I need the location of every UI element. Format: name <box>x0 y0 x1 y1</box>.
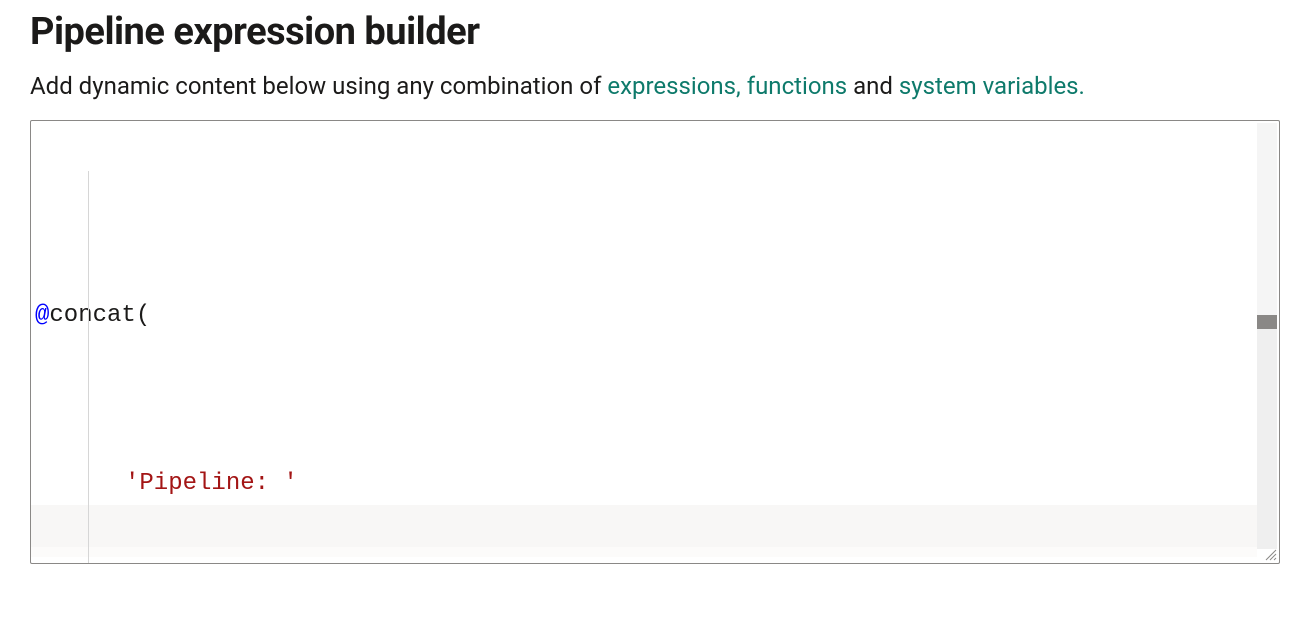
token-at: @ <box>35 302 49 329</box>
token-open-paren: ( <box>136 302 150 329</box>
link-system-variables[interactable]: system variables. <box>899 72 1085 100</box>
code-line-2: 'Pipeline: ' <box>35 463 1275 505</box>
token-string-pipeline: 'Pipeline: ' <box>125 470 298 497</box>
link-expressions[interactable]: expressions, <box>607 72 740 100</box>
expression-editor[interactable]: @concat( 'Pipeline: ' , , '<br>' , 'Work… <box>30 120 1280 564</box>
page-title: Pipeline expression builder <box>30 10 1284 54</box>
code-area[interactable]: @concat( 'Pipeline: ' , , '<br>' , 'Work… <box>31 121 1279 563</box>
editor-scrollbar[interactable] <box>1257 123 1277 549</box>
scrollbar-visible-region <box>1257 123 1277 315</box>
indent-guide <box>88 171 89 563</box>
scrollbar-thumb[interactable] <box>1257 315 1277 329</box>
intro-prefix: Add dynamic content below using any comb… <box>30 72 607 100</box>
link-functions[interactable]: functions <box>747 72 847 100</box>
token-func-concat: concat <box>49 302 135 329</box>
resize-grip-icon[interactable] <box>1263 547 1277 561</box>
intro-text: Add dynamic content below using any comb… <box>30 72 1284 100</box>
intro-sep2: and <box>847 72 899 100</box>
code-line-1: @concat( <box>35 295 1275 337</box>
